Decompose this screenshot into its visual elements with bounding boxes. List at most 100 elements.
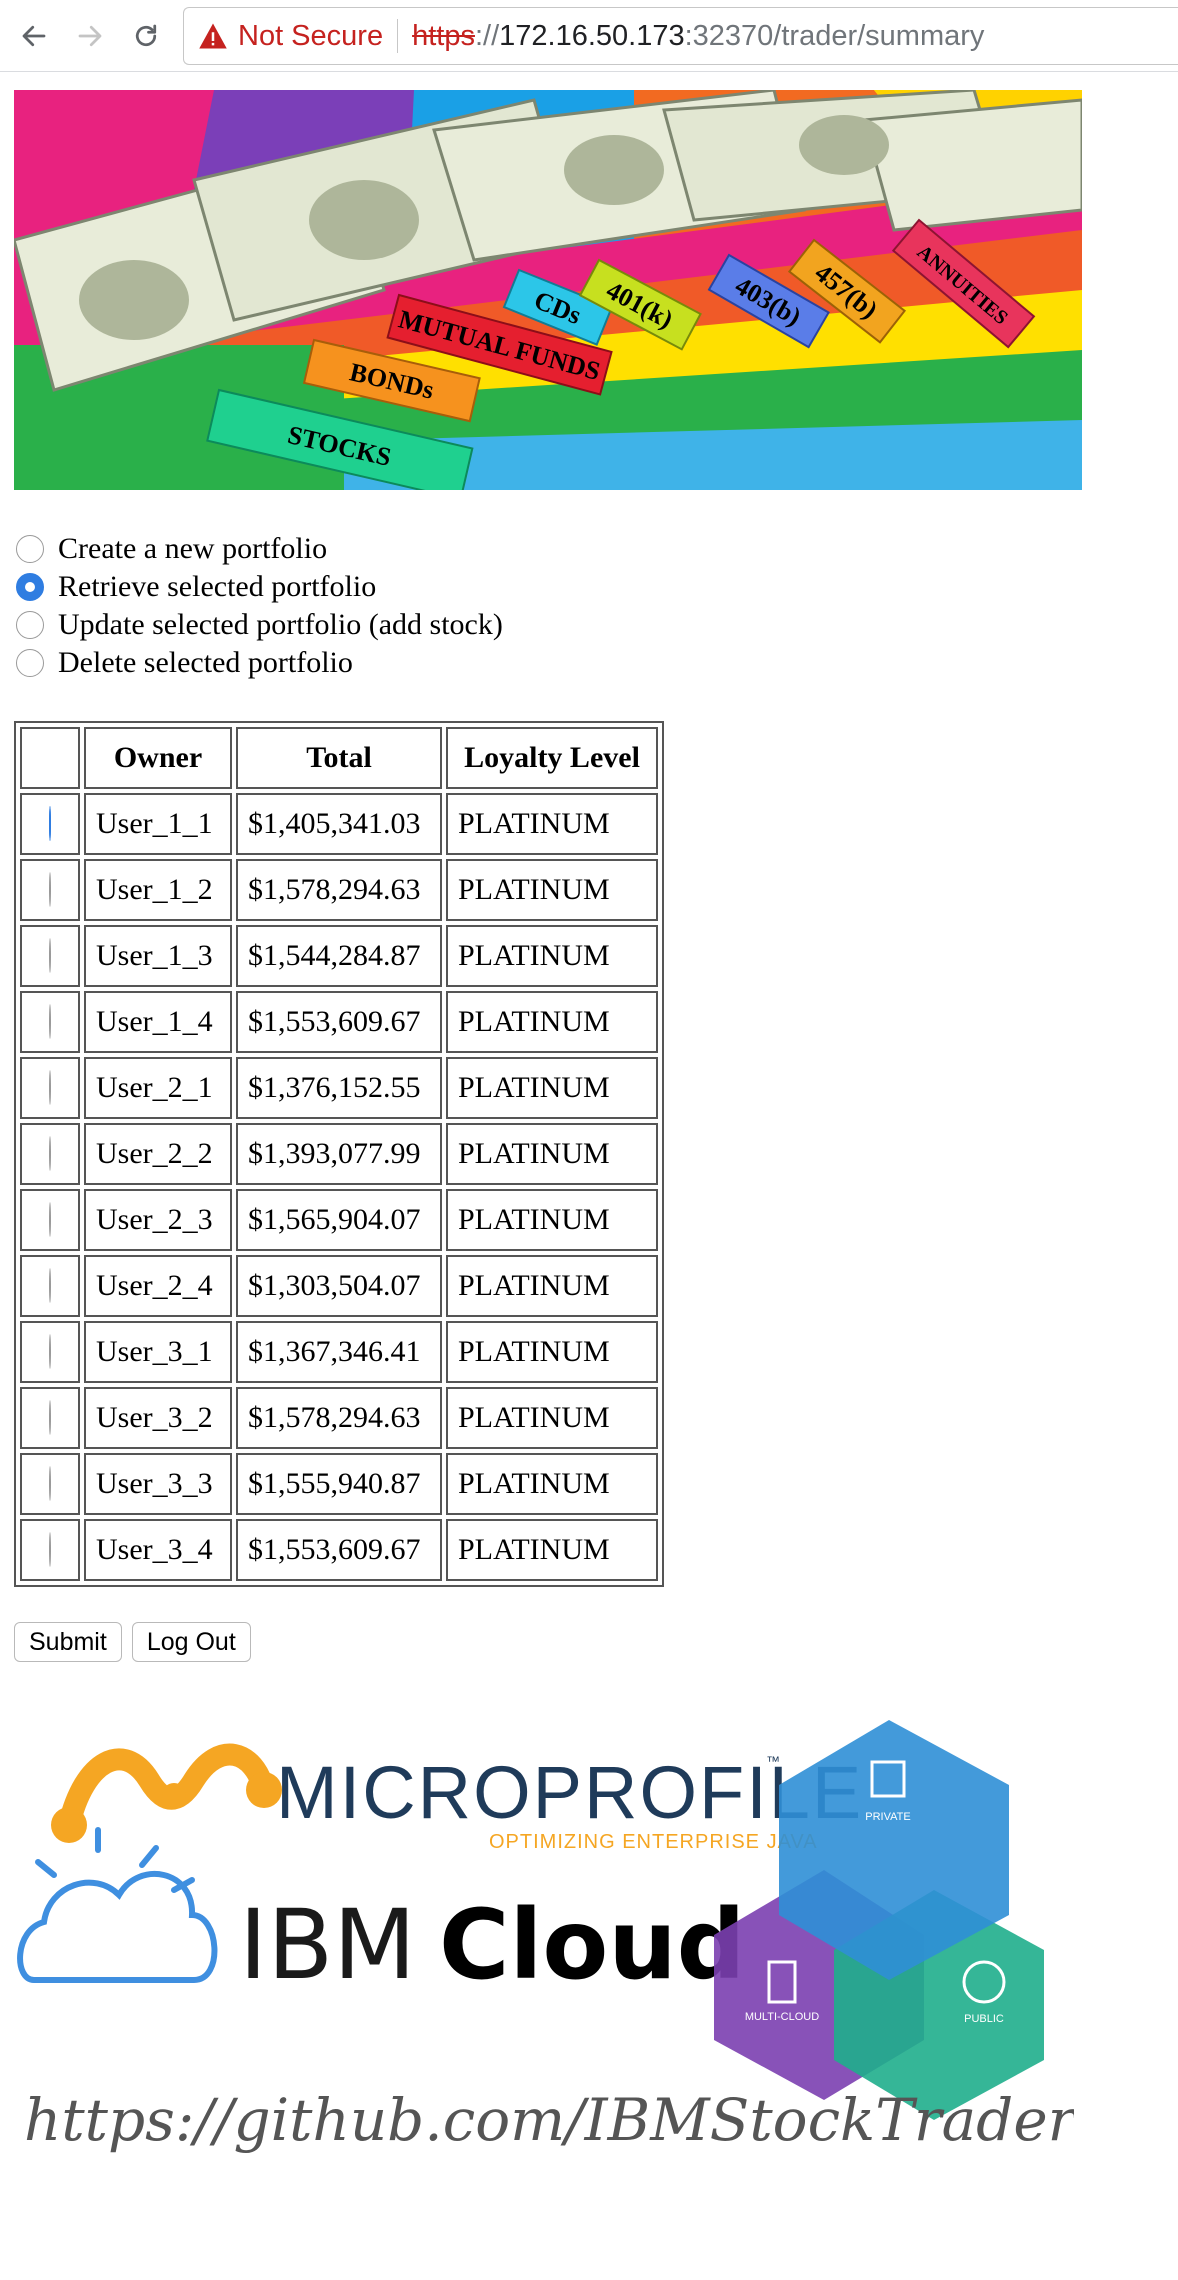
select-cell: [20, 1255, 80, 1317]
address-bar[interactable]: Not Secure https :// 172.16.50.173 :3237…: [183, 7, 1178, 65]
select-cell: [20, 859, 80, 921]
table-row[interactable]: User_1_3 $1,544,284.87 PLATINUM: [20, 925, 658, 987]
row-radio[interactable]: [49, 1202, 51, 1237]
radio-create[interactable]: [16, 535, 44, 563]
owner-cell: User_3_3: [84, 1453, 232, 1515]
total-cell: $1,553,609.67: [236, 991, 442, 1053]
loyalty-cell: PLATINUM: [446, 1123, 658, 1185]
forward-button[interactable]: [70, 14, 110, 58]
url-path: :32370/trader/summary: [684, 19, 985, 52]
row-radio[interactable]: [49, 1466, 51, 1501]
divider: [397, 19, 399, 53]
owner-cell: User_2_2: [84, 1123, 232, 1185]
row-radio[interactable]: [49, 1400, 51, 1435]
owner-cell: User_1_1: [84, 793, 232, 855]
select-cell: [20, 1057, 80, 1119]
loyalty-cell: PLATINUM: [446, 1519, 658, 1581]
loyalty-cell: PLATINUM: [446, 1387, 658, 1449]
back-button[interactable]: [14, 14, 54, 58]
action-label: Retrieve selected portfolio: [58, 570, 377, 603]
loyalty-cell: PLATINUM: [446, 1255, 658, 1317]
select-cell: [20, 1387, 80, 1449]
header-loyalty-level: Loyalty Level: [446, 727, 658, 789]
header-total: Total: [236, 727, 442, 789]
select-cell: [20, 1519, 80, 1581]
url-separator: ://: [474, 19, 500, 52]
cube-label-multicloud: MULTI-CLOUD: [745, 2011, 819, 2023]
row-radio[interactable]: [49, 1334, 51, 1369]
ibm-wordmark: IBM: [239, 1889, 416, 2001]
warning-icon: [199, 23, 227, 49]
radio-retrieve[interactable]: [16, 573, 44, 601]
table-row[interactable]: User_1_4 $1,553,609.67 PLATINUM: [20, 991, 658, 1053]
owner-cell: User_3_1: [84, 1321, 232, 1383]
owner-cell: User_2_1: [84, 1057, 232, 1119]
total-cell: $1,578,294.63: [236, 1387, 442, 1449]
table-row[interactable]: User_2_1 $1,376,152.55 PLATINUM: [20, 1057, 658, 1119]
total-cell: $1,553,609.67: [236, 1519, 442, 1581]
row-radio[interactable]: [49, 1268, 51, 1303]
table-row[interactable]: User_2_3 $1,565,904.07 PLATINUM: [20, 1189, 658, 1251]
total-cell: $1,555,940.87: [236, 1453, 442, 1515]
table-row[interactable]: User_3_4 $1,553,609.67 PLATINUM: [20, 1519, 658, 1581]
reload-button[interactable]: [126, 14, 166, 58]
loyalty-cell: PLATINUM: [446, 1453, 658, 1515]
action-delete[interactable]: Delete selected portfolio: [16, 644, 503, 682]
select-cell: [20, 1321, 80, 1383]
row-radio[interactable]: [49, 1136, 51, 1171]
action-label: Create a new portfolio: [58, 532, 328, 565]
loyalty-cell: PLATINUM: [446, 859, 658, 921]
radio-update[interactable]: [16, 611, 44, 639]
total-cell: $1,393,077.99: [236, 1123, 442, 1185]
select-cell: [20, 1189, 80, 1251]
table-row[interactable]: User_3_1 $1,367,346.41 PLATINUM: [20, 1321, 658, 1383]
loyalty-cell: PLATINUM: [446, 991, 658, 1053]
row-radio[interactable]: [49, 806, 51, 841]
select-cell: [20, 1123, 80, 1185]
security-status[interactable]: Not Secure: [238, 20, 383, 53]
select-cell: [20, 1453, 80, 1515]
row-radio[interactable]: [49, 872, 51, 907]
header-owner: Owner: [84, 727, 232, 789]
github-url-text: https://github.com/IBMStockTrader: [24, 2086, 1074, 2154]
table-row[interactable]: User_2_2 $1,393,077.99 PLATINUM: [20, 1123, 658, 1185]
header-select: [20, 727, 80, 789]
owner-cell: User_1_2: [84, 859, 232, 921]
logout-button[interactable]: Log Out: [131, 1622, 251, 1662]
table-row[interactable]: User_1_2 $1,578,294.63 PLATINUM: [20, 859, 658, 921]
portfolio-action-group: Create a new portfolio Retrieve selected…: [16, 530, 503, 682]
action-create[interactable]: Create a new portfolio: [16, 530, 503, 568]
table-row[interactable]: User_1_1 $1,405,341.03 PLATINUM: [20, 793, 658, 855]
ibm-cloud-logo: IBM Cloud: [17, 1827, 745, 2001]
microprofile-logo: MICROPROFILE ™ OPTIMIZING ENTERPRISE JAV…: [51, 1743, 861, 1853]
row-radio[interactable]: [49, 1004, 51, 1039]
table-row[interactable]: User_3_3 $1,555,940.87 PLATINUM: [20, 1453, 658, 1515]
url-scheme: https: [412, 19, 475, 52]
row-radio[interactable]: [49, 938, 51, 973]
action-retrieve[interactable]: Retrieve selected portfolio: [16, 568, 503, 606]
table-row[interactable]: User_2_4 $1,303,504.07 PLATINUM: [20, 1255, 658, 1317]
table-row[interactable]: User_3_2 $1,578,294.63 PLATINUM: [20, 1387, 658, 1449]
loyalty-cell: PLATINUM: [446, 1189, 658, 1251]
radio-delete[interactable]: [16, 649, 44, 677]
footer-branding-image: MICROPROFILE ™ OPTIMIZING ENTERPRISE JAV…: [14, 1700, 1079, 2220]
total-cell: $1,578,294.63: [236, 859, 442, 921]
select-cell: [20, 925, 80, 987]
back-arrow-icon: [22, 25, 46, 47]
form-buttons: Submit Log Out: [14, 1622, 251, 1662]
action-label: Delete selected portfolio: [58, 646, 353, 679]
action-update[interactable]: Update selected portfolio (add stock): [16, 606, 503, 644]
microprofile-trademark: ™: [766, 1753, 780, 1769]
owner-cell: User_3_4: [84, 1519, 232, 1581]
row-radio[interactable]: [49, 1070, 51, 1105]
select-cell: [20, 793, 80, 855]
row-radio[interactable]: [49, 1532, 51, 1567]
action-label: Update selected portfolio (add stock): [58, 608, 503, 641]
owner-cell: User_2_4: [84, 1255, 232, 1317]
owner-cell: User_1_4: [84, 991, 232, 1053]
microprofile-tagline: OPTIMIZING ENTERPRISE JAVA: [489, 1831, 818, 1853]
reload-icon: [135, 24, 157, 47]
url-host: 172.16.50.173: [499, 19, 685, 52]
submit-button[interactable]: Submit: [14, 1622, 122, 1662]
owner-cell: User_3_2: [84, 1387, 232, 1449]
